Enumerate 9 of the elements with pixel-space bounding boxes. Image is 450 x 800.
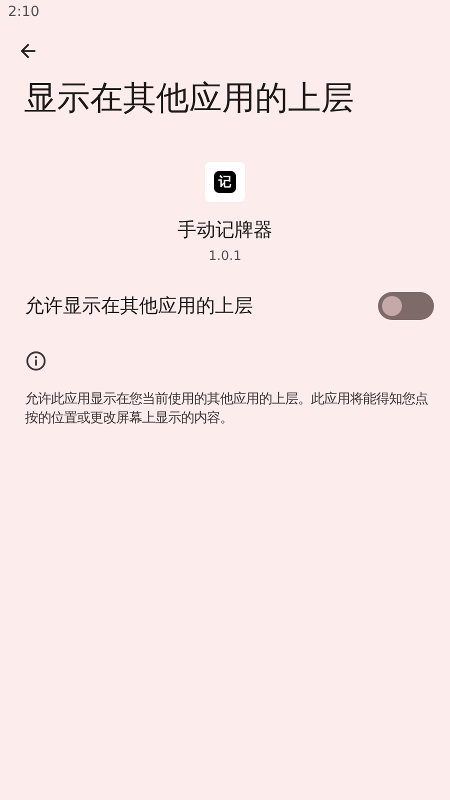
app-icon: 记	[205, 162, 245, 202]
app-version: 1.0.1	[208, 248, 242, 264]
status-time: 2:10	[8, 4, 40, 20]
toggle-switch[interactable]	[378, 292, 434, 320]
page-title: 显示在其他应用的上层	[24, 78, 354, 118]
setting-label: 允许显示在其他应用的上层	[25, 294, 253, 319]
app-name: 手动记牌器	[178, 218, 272, 243]
info-icon	[25, 350, 47, 372]
description: 允许此应用显示在您当前使用的其他应用的上层。此应用将能得知您点按的位置或更改屏幕上显示的内容。	[25, 390, 429, 428]
